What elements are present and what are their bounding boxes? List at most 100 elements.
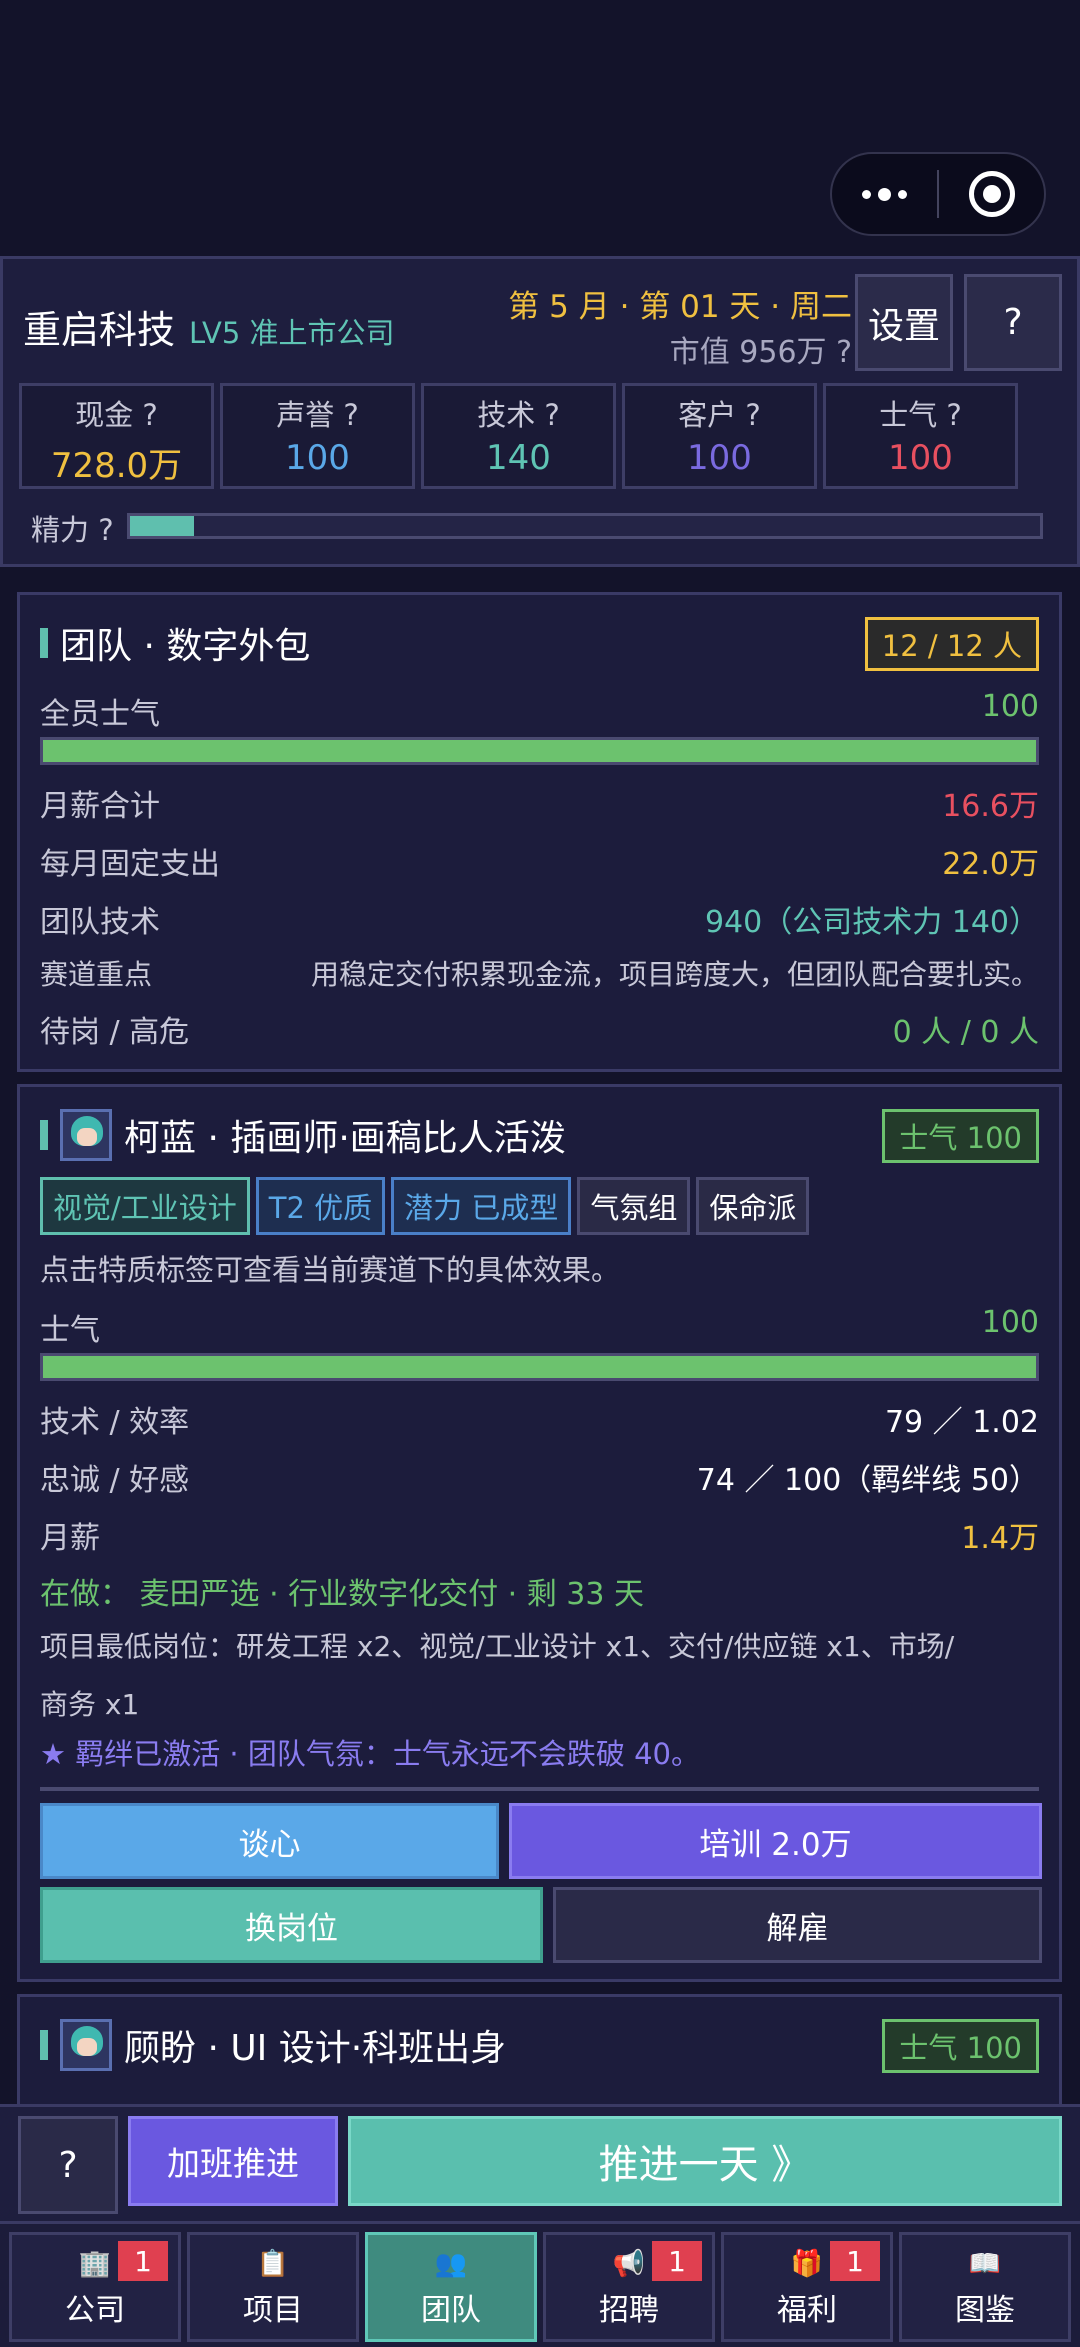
label: 月薪合计 xyxy=(40,789,160,824)
trait-hint: 点击特质标签可查看当前赛道下的具体效果。 xyxy=(40,1253,621,1287)
value: 940（公司技术力 140） xyxy=(704,905,1039,940)
value: 74 ／ 100（羁绊线 50） xyxy=(696,1463,1039,1498)
employee-title: 柯蓝 · 插画师·画稿比人活泼 xyxy=(40,1109,566,1161)
roles-line-1: 项目最低岗位：研发工程 x2、视觉/工业设计 x1、交付/供应链 x1、市场/ xyxy=(40,1630,955,1663)
energy-label[interactable]: 精力 ? xyxy=(31,507,114,549)
team-title: 团队 · 数字外包 xyxy=(40,617,310,669)
employee-name: 柯蓝 · 插画师·画稿比人活泼 xyxy=(124,1118,566,1159)
notification-badge: 1 xyxy=(652,2241,702,2281)
clipboard-icon: 📋 xyxy=(256,2249,290,2279)
train-button[interactable]: 培训 2.0万 xyxy=(509,1803,1042,1879)
label: 忠诚 / 好感 xyxy=(40,1463,190,1498)
trait-tags: 视觉/工业设计 T2 优质 潜力 已成型 气氛组 保命派 xyxy=(40,1177,810,1235)
label: 技术 / 效率 xyxy=(40,1405,190,1440)
idle-row: 待岗 / 高危 0 人 / 0 人 xyxy=(40,1007,1039,1051)
company-level: LV5 准上市公司 xyxy=(189,316,395,350)
tag-tier[interactable]: T2 优质 xyxy=(255,1177,386,1235)
morale-bar-fill xyxy=(43,1356,1036,1378)
divider xyxy=(40,1787,1039,1791)
label: 团队技术 xyxy=(40,905,160,940)
loyalty-row: 忠诚 / 好感 74 ／ 100（羁绊线 50） xyxy=(40,1455,1039,1499)
stat-cash[interactable]: 现金 ? 728.0万 xyxy=(19,383,214,489)
book-icon: 📖 xyxy=(968,2249,1002,2279)
label: 月薪 xyxy=(40,1521,100,1556)
more-icon[interactable] xyxy=(832,187,937,201)
value: 1.4万 xyxy=(961,1521,1039,1556)
value: 22.0万 xyxy=(942,847,1039,882)
stat-morale[interactable]: 士气 ? 100 xyxy=(823,383,1018,489)
nav-recruit[interactable]: 1 📢 招聘 xyxy=(543,2232,715,2342)
stat-label: 声誉 ? xyxy=(276,398,359,432)
help-button[interactable]: ? xyxy=(964,274,1062,371)
tech-row: 技术 / 效率 79 ／ 1.02 xyxy=(40,1397,1039,1441)
title-marker xyxy=(40,628,48,658)
stat-label: 士气 ? xyxy=(879,398,962,432)
company-info: 重启科技 LV5 准上市公司 xyxy=(23,299,395,354)
value: 79 ／ 1.02 xyxy=(884,1405,1039,1440)
value: 16.6万 xyxy=(942,789,1039,824)
salary-row: 月薪合计 16.6万 xyxy=(40,781,1039,825)
nav-label: 团队 xyxy=(421,2293,481,2328)
nav-codex[interactable]: 📖 图鉴 xyxy=(899,2232,1071,2342)
tag-potential[interactable]: 潜力 已成型 xyxy=(391,1177,572,1235)
morale-row: 士气 100 xyxy=(40,1305,1039,1349)
close-miniapp-icon[interactable] xyxy=(939,171,1044,217)
nav-label: 项目 xyxy=(243,2293,303,2328)
game-date: 第 5 月 · 第 01 天 · 周二 xyxy=(508,289,852,325)
swap-role-button[interactable]: 换岗位 xyxy=(40,1887,543,1963)
stat-value: 100 xyxy=(888,438,953,478)
employee-name: 顾盼 · UI 设计·科班出身 xyxy=(124,2028,507,2069)
action-bar: ? 加班推进 推进一天 》 xyxy=(0,2104,1080,2221)
morale-bar xyxy=(40,1353,1039,1381)
stat-value: 100 xyxy=(687,438,752,478)
employee-card: 顾盼 · UI 设计·科班出身 士气 100 xyxy=(17,1994,1062,2104)
team-icon: 👥 xyxy=(434,2249,468,2279)
nav-company[interactable]: 1 🏢 公司 xyxy=(9,2232,181,2342)
nav-team[interactable]: 👥 团队 xyxy=(365,2232,537,2342)
building-icon: 🏢 xyxy=(78,2249,112,2279)
value: 0 人 / 0 人 xyxy=(892,1015,1039,1050)
company-header: 重启科技 LV5 准上市公司 第 5 月 · 第 01 天 · 周二 市值 95… xyxy=(0,256,1080,567)
notification-badge: 1 xyxy=(118,2241,168,2281)
value: 100 xyxy=(981,1305,1039,1340)
team-card: 团队 · 数字外包 12 / 12 人 全员士气 100 月薪合计 16.6万 … xyxy=(17,592,1062,1072)
tag-role[interactable]: 视觉/工业设计 xyxy=(40,1177,250,1235)
stat-label: 客户 ? xyxy=(678,398,761,432)
market-value[interactable]: 市值 956万 ? xyxy=(670,327,852,371)
value: 100 xyxy=(981,689,1039,724)
avatar xyxy=(60,1109,112,1161)
stat-clients[interactable]: 客户 ? 100 xyxy=(622,383,817,489)
value: 用稳定交付积累现金流，项目跨度大，但团队配合要扎实。 xyxy=(310,958,1039,991)
team-tech-row: 团队技术 940（公司技术力 140） xyxy=(40,897,1039,941)
advance-day-button[interactable]: 推进一天 》 xyxy=(348,2116,1062,2206)
help-button[interactable]: ? xyxy=(18,2116,118,2214)
nav-projects[interactable]: 📋 项目 xyxy=(187,2232,359,2342)
fire-button[interactable]: 解雇 xyxy=(553,1887,1042,1963)
stat-value: 140 xyxy=(486,438,551,478)
settings-button[interactable]: 设置 xyxy=(855,274,953,371)
stat-label: 技术 ? xyxy=(477,398,560,432)
stat-value: 100 xyxy=(285,438,350,478)
overtime-button[interactable]: 加班推进 xyxy=(128,2116,338,2206)
gift-icon: 🎁 xyxy=(790,2249,824,2279)
team-morale-bar xyxy=(40,737,1039,765)
tag-trait-mood[interactable]: 气氛组 xyxy=(577,1177,691,1235)
nav-label: 图鉴 xyxy=(955,2293,1015,2328)
energy-bar xyxy=(127,513,1043,539)
nav-label: 公司 xyxy=(65,2293,125,2328)
stat-reputation[interactable]: 声誉 ? 100 xyxy=(220,383,415,489)
talk-button[interactable]: 谈心 xyxy=(40,1803,499,1879)
title-marker xyxy=(40,1120,48,1150)
roles-line-2: 商务 x1 xyxy=(40,1688,140,1721)
current-task: 在做： 麦田严选 · 行业数字化交付 · 剩 33 天 xyxy=(40,1577,644,1612)
stat-tech[interactable]: 技术 ? 140 xyxy=(421,383,616,489)
employee-title: 顾盼 · UI 设计·科班出身 xyxy=(40,2019,506,2071)
nav-welfare[interactable]: 1 🎁 福利 xyxy=(721,2232,893,2342)
label: 士气 xyxy=(40,1313,100,1348)
team-title-text: 团队 · 数字外包 xyxy=(60,626,311,667)
morale-badge: 士气 100 xyxy=(882,1109,1039,1163)
tag-trait-safe[interactable]: 保命派 xyxy=(696,1177,810,1235)
bond-status: ★ 羁绊已激活 · 团队气氛：士气永远不会跌破 40。 xyxy=(40,1737,700,1771)
bottom-nav: 1 🏢 公司 📋 项目 👥 团队 1 📢 招聘 1 🎁 福利 📖 图鉴 xyxy=(0,2221,1080,2347)
nav-label: 福利 xyxy=(777,2293,837,2328)
